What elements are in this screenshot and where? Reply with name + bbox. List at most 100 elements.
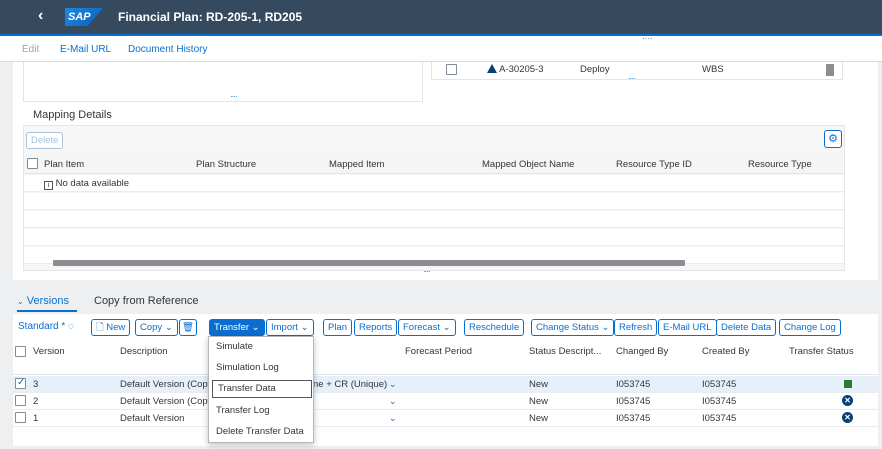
version-number: 2: [33, 396, 39, 407]
error-status-icon: ✕: [842, 412, 853, 423]
reports-button[interactable]: Reports: [354, 319, 398, 336]
transfer-menu: Simulate Simulation Log Transfer Data Tr…: [208, 336, 314, 443]
changed-by: I053745: [616, 379, 651, 390]
chevron-down-icon: ◌: [68, 321, 74, 332]
menu-item-transfer-log[interactable]: Transfer Log: [209, 401, 313, 421]
mapping-details-panel: Delete ⚙ Plan Item Plan Structure Mapped…: [23, 125, 845, 271]
shell-bar: ‹ SAP Financial Plan: RD-205-1, RD205: [0, 0, 882, 34]
select-all-checkbox[interactable]: [27, 158, 38, 169]
created-by: I053745: [702, 413, 737, 424]
object-toolbar: Edit E-Mail URL Document History ····: [0, 34, 882, 62]
col-description[interactable]: Description: [120, 346, 168, 357]
version-description: Default Version: [120, 413, 185, 424]
active-tab-indicator: [17, 310, 77, 312]
chevron-down-icon[interactable]: ⌄: [389, 379, 397, 390]
variant-selector[interactable]: Standard * ◌: [18, 321, 74, 332]
version-description: Default Version (Copy: [120, 396, 213, 407]
mapping-table-header: Plan Item Plan Structure Mapped Item Map…: [24, 154, 844, 174]
transfer-button[interactable]: Transfer ⌄: [209, 319, 265, 336]
edit-button[interactable]: Edit: [22, 44, 39, 55]
empty-row: [24, 193, 844, 210]
status-description: New: [529, 379, 549, 390]
header-collapse-grip[interactable]: ····: [642, 34, 653, 43]
chevron-down-icon[interactable]: ⌄: [389, 396, 397, 407]
chevron-down-icon: ⌄: [17, 297, 24, 306]
menu-item-delete-transfer-data[interactable]: Delete Transfer Data: [209, 422, 313, 442]
no-data-row: i No data available: [24, 175, 844, 192]
table-row[interactable]: 3 Default Version (Copy ne + CR (Unique)…: [13, 376, 878, 393]
delete-button[interactable]: Delete: [26, 132, 64, 149]
created-by: I053745: [702, 396, 737, 407]
vertical-scrollbar[interactable]: [826, 64, 834, 76]
versions-section: Standard * ◌ 🗋 New Copy ⌄ 🗑 Transfer ⌄ I…: [13, 314, 878, 446]
row-checkbox[interactable]: [15, 377, 26, 389]
col-plan-item[interactable]: Plan Item: [44, 159, 84, 170]
versions-table-header: Version Description Forecast Period Stat…: [13, 341, 878, 375]
col-forecast-period[interactable]: Forecast Period: [405, 346, 472, 357]
chevron-down-icon: ⌄: [442, 322, 451, 333]
upper-right-table: A-30205-3 Deploy WBS ····: [431, 62, 843, 83]
email-url-button[interactable]: E-Mail URL: [658, 319, 717, 336]
table-row[interactable]: 1 Default Version ⌄ New I053745 I053745 …: [13, 410, 878, 427]
new-doc-icon: 🗋: [96, 322, 104, 333]
tab-versions[interactable]: ⌄ Versions: [17, 295, 69, 307]
col-changed-by[interactable]: Changed By: [616, 346, 668, 357]
trash-icon[interactable]: 🗑: [179, 319, 197, 336]
import-button[interactable]: Import ⌄: [266, 319, 314, 336]
new-button[interactable]: 🗋 New: [91, 319, 131, 336]
object-id: A-30205-3: [487, 64, 544, 75]
document-history-link[interactable]: Document History: [128, 44, 207, 55]
created-by: I053745: [702, 379, 737, 390]
menu-item-transfer-data[interactable]: Transfer Data: [211, 379, 313, 399]
empty-row: [24, 229, 844, 246]
status-description: New: [529, 413, 549, 424]
chevron-down-icon[interactable]: ⌄: [389, 413, 397, 424]
row-checkbox[interactable]: [15, 412, 26, 423]
page-title: Financial Plan: RD-205-1, RD205: [118, 10, 303, 24]
copy-button[interactable]: Copy ⌄: [135, 319, 178, 336]
sap-logo: SAP: [65, 8, 103, 26]
plan-button[interactable]: Plan: [323, 319, 353, 336]
reschedule-button[interactable]: Reschedule: [464, 319, 525, 336]
status-description: New: [529, 396, 549, 407]
resize-grip[interactable]: ····: [628, 74, 636, 83]
version-extra: ne + CR (Unique): [313, 379, 388, 390]
success-status-icon: [844, 380, 852, 391]
row-checkbox[interactable]: [446, 64, 457, 75]
col-resource-type-id[interactable]: Resource Type ID: [616, 159, 692, 170]
select-all-checkbox[interactable]: [15, 346, 26, 357]
chevron-left-icon[interactable]: ‹: [38, 7, 43, 25]
version-description: Default Version (Copy: [120, 379, 213, 390]
resize-grip[interactable]: ····: [423, 267, 431, 276]
tab-bar: ⌄ Versions Copy from Reference: [13, 290, 878, 312]
table-row[interactable]: 2 Default Version (Copy ⌄ New I053745 I0…: [13, 393, 878, 410]
col-mapped-item[interactable]: Mapped Item: [329, 159, 384, 170]
col-plan-structure[interactable]: Plan Structure: [196, 159, 256, 170]
resize-grip[interactable]: ····: [230, 92, 238, 101]
menu-item-simulate[interactable]: Simulate: [209, 337, 313, 357]
col-status-description[interactable]: Status Descript...: [529, 346, 601, 357]
chevron-down-icon: ⌄: [164, 322, 173, 333]
delete-data-button[interactable]: Delete Data: [716, 319, 777, 336]
menu-item-simulation-log[interactable]: Simulation Log: [209, 358, 313, 378]
change-log-button[interactable]: Change Log: [779, 319, 841, 336]
col-transfer-status[interactable]: Transfer Status: [789, 346, 854, 357]
horizontal-scrollbar[interactable]: [53, 260, 685, 266]
tab-copy-from-reference[interactable]: Copy from Reference: [94, 295, 199, 307]
col-resource-type[interactable]: Resource Type: [748, 159, 812, 170]
row-checkbox[interactable]: [15, 395, 26, 406]
settings-gear-icon[interactable]: ⚙: [824, 130, 842, 148]
no-data-message: i No data available: [44, 178, 129, 190]
forecast-button[interactable]: Forecast ⌄: [398, 319, 456, 336]
empty-row: [24, 211, 844, 228]
refresh-button[interactable]: Refresh: [614, 319, 658, 336]
mapping-section: ···· A-30205-3 Deploy WBS ···· Mapping D…: [13, 62, 878, 280]
email-url-link[interactable]: E-Mail URL: [60, 44, 111, 55]
change-status-button[interactable]: Change Status ⌄: [531, 319, 615, 336]
col-version[interactable]: Version: [33, 346, 65, 357]
chevron-down-icon: ⌄: [300, 322, 309, 333]
changed-by: I053745: [616, 413, 651, 424]
object-category: WBS: [702, 64, 724, 75]
col-created-by[interactable]: Created By: [702, 346, 750, 357]
col-mapped-object-name[interactable]: Mapped Object Name: [482, 159, 574, 170]
